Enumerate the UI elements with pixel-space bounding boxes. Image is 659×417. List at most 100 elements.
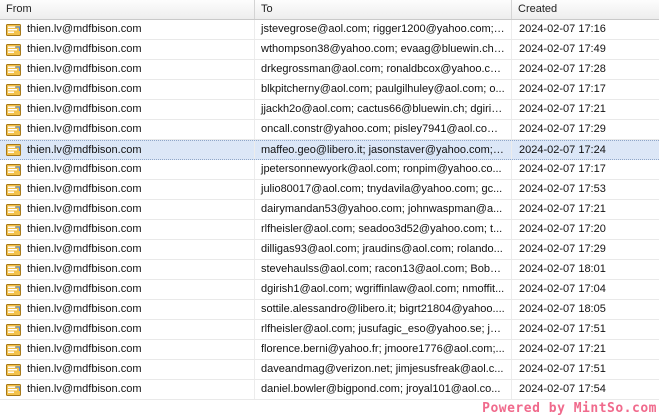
- message-list: From To Created thien.lv@mdfbison.com jst…: [0, 0, 659, 400]
- created-timestamp: 2024-02-07 17:49: [519, 43, 606, 55]
- from-cell: thien.lv@mdfbison.com: [0, 240, 255, 259]
- from-address: thien.lv@mdfbison.com: [27, 43, 142, 55]
- message-row[interactable]: thien.lv@mdfbison.com sottile.alessandro@…: [0, 300, 659, 320]
- from-cell: thien.lv@mdfbison.com: [0, 120, 255, 139]
- from-address: thien.lv@mdfbison.com: [27, 143, 142, 156]
- created-timestamp: 2024-02-07 17:21: [519, 343, 606, 355]
- message-row[interactable]: thien.lv@mdfbison.com drkegrossman@aol.co…: [0, 60, 659, 80]
- from-cell: thien.lv@mdfbison.com: [0, 320, 255, 339]
- created-timestamp: 2024-02-07 17:51: [519, 323, 606, 335]
- from-address: thien.lv@mdfbison.com: [27, 383, 142, 395]
- from-address: thien.lv@mdfbison.com: [27, 363, 142, 375]
- created-timestamp: 2024-02-07 17:16: [519, 23, 606, 35]
- from-address: thien.lv@mdfbison.com: [27, 163, 142, 175]
- from-cell: thien.lv@mdfbison.com: [0, 220, 255, 239]
- message-row[interactable]: thien.lv@mdfbison.com maffeo.geo@libero.i…: [0, 140, 659, 160]
- column-header-row: From To Created: [0, 0, 659, 20]
- envelope-icon: [6, 223, 21, 236]
- from-address: thien.lv@mdfbison.com: [27, 283, 142, 295]
- message-row[interactable]: thien.lv@mdfbison.com daniel.bowler@bigpo…: [0, 380, 659, 400]
- from-address: thien.lv@mdfbison.com: [27, 263, 142, 275]
- envelope-icon: [6, 103, 21, 116]
- envelope-icon: [6, 83, 21, 96]
- message-row[interactable]: thien.lv@mdfbison.com jjackh2o@aol.com; c…: [0, 100, 659, 120]
- message-row[interactable]: thien.lv@mdfbison.com blkpitcherny@aol.co…: [0, 80, 659, 100]
- from-address: thien.lv@mdfbison.com: [27, 23, 142, 35]
- to-recipients: daveandmag@verizon.net; jimjesusfreak@ao…: [255, 360, 512, 379]
- from-address: thien.lv@mdfbison.com: [27, 183, 142, 195]
- message-row[interactable]: thien.lv@mdfbison.com daveandmag@verizon.…: [0, 360, 659, 380]
- message-row[interactable]: thien.lv@mdfbison.com oncall.constr@yahoo…: [0, 120, 659, 140]
- envelope-icon: [6, 43, 21, 56]
- to-recipients: dairymandan53@yahoo.com; johnwaspman@a..…: [255, 200, 512, 219]
- to-recipients: maffeo.geo@libero.it; jasonstaver@yahoo.…: [255, 141, 512, 159]
- to-recipients: rlfheisler@aol.com; jusufagic_eso@yahoo.…: [255, 320, 512, 339]
- message-row[interactable]: thien.lv@mdfbison.com jstevegrose@aol.com…: [0, 20, 659, 40]
- envelope-icon: [6, 323, 21, 336]
- message-row[interactable]: thien.lv@mdfbison.com rlfheisler@aol.com;…: [0, 220, 659, 240]
- created-timestamp: 2024-02-07 17:24: [519, 144, 606, 156]
- created-timestamp: 2024-02-07 18:01: [519, 263, 606, 275]
- envelope-icon: [6, 283, 21, 296]
- from-cell: thien.lv@mdfbison.com: [0, 160, 255, 179]
- from-cell: thien.lv@mdfbison.com: [0, 360, 255, 379]
- column-header-created[interactable]: Created: [512, 0, 659, 19]
- created-timestamp: 2024-02-07 17:04: [519, 283, 606, 295]
- from-cell: thien.lv@mdfbison.com: [0, 20, 255, 39]
- created-timestamp: 2024-02-07 17:17: [519, 83, 606, 95]
- column-header-to[interactable]: To: [255, 0, 512, 19]
- message-row[interactable]: thien.lv@mdfbison.com dgirish1@aol.com; w…: [0, 280, 659, 300]
- from-address: thien.lv@mdfbison.com: [27, 243, 142, 255]
- envelope-icon: [6, 343, 21, 356]
- message-row[interactable]: thien.lv@mdfbison.com stevehaulss@aol.com…: [0, 260, 659, 280]
- from-address: thien.lv@mdfbison.com: [27, 223, 142, 235]
- from-cell: thien.lv@mdfbison.com: [0, 141, 255, 159]
- message-row[interactable]: thien.lv@mdfbison.com wthompson38@yahoo.c…: [0, 40, 659, 60]
- message-rows: thien.lv@mdfbison.com jstevegrose@aol.com…: [0, 20, 659, 400]
- from-address: thien.lv@mdfbison.com: [27, 303, 142, 315]
- created-timestamp: 2024-02-07 17:54: [519, 383, 606, 395]
- to-recipients: jjackh2o@aol.com; cactus66@bluewin.ch; d…: [255, 100, 512, 119]
- from-cell: thien.lv@mdfbison.com: [0, 180, 255, 199]
- from-address: thien.lv@mdfbison.com: [27, 123, 142, 135]
- message-row[interactable]: thien.lv@mdfbison.com dairymandan53@yahoo…: [0, 200, 659, 220]
- from-address: thien.lv@mdfbison.com: [27, 103, 142, 115]
- from-cell: thien.lv@mdfbison.com: [0, 100, 255, 119]
- envelope-icon: [6, 303, 21, 316]
- to-recipients: florence.berni@yahoo.fr; jmoore1776@aol.…: [255, 340, 512, 359]
- envelope-icon: [6, 163, 21, 176]
- to-recipients: wthompson38@yahoo.com; evaag@bluewin.ch;…: [255, 40, 512, 59]
- created-timestamp: 2024-02-07 17:51: [519, 363, 606, 375]
- to-recipients: drkegrossman@aol.com; ronaldbcox@yahoo.c…: [255, 60, 512, 79]
- to-recipients: stevehaulss@aol.com; racon13@aol.com; Bo…: [255, 260, 512, 279]
- watermark: Powered by MintSo.com: [482, 401, 657, 416]
- from-cell: thien.lv@mdfbison.com: [0, 260, 255, 279]
- envelope-icon: [6, 263, 21, 276]
- envelope-icon: [6, 383, 21, 396]
- created-timestamp: 2024-02-07 17:21: [519, 203, 606, 215]
- envelope-icon: [6, 63, 21, 76]
- message-row[interactable]: thien.lv@mdfbison.com julio80017@aol.com;…: [0, 180, 659, 200]
- message-row[interactable]: thien.lv@mdfbison.com dilligas93@aol.com;…: [0, 240, 659, 260]
- from-cell: thien.lv@mdfbison.com: [0, 80, 255, 99]
- envelope-icon: [6, 363, 21, 376]
- from-cell: thien.lv@mdfbison.com: [0, 340, 255, 359]
- from-address: thien.lv@mdfbison.com: [27, 343, 142, 355]
- column-header-from[interactable]: From: [0, 0, 255, 19]
- to-recipients: dgirish1@aol.com; wgriffinlaw@aol.com; n…: [255, 280, 512, 299]
- from-address: thien.lv@mdfbison.com: [27, 323, 142, 335]
- to-recipients: dilligas93@aol.com; jraudins@aol.com; ro…: [255, 240, 512, 259]
- message-row[interactable]: thien.lv@mdfbison.com rlfheisler@aol.com;…: [0, 320, 659, 340]
- to-recipients: julio80017@aol.com; tnydavila@yahoo.com;…: [255, 180, 512, 199]
- from-cell: thien.lv@mdfbison.com: [0, 40, 255, 59]
- envelope-icon: [6, 144, 21, 156]
- to-recipients: daniel.bowler@bigpond.com; jroyal101@aol…: [255, 380, 512, 399]
- message-row[interactable]: thien.lv@mdfbison.com florence.berni@yaho…: [0, 340, 659, 360]
- to-recipients: sottile.alessandro@libero.it; bigrt21804…: [255, 300, 512, 319]
- envelope-icon: [6, 183, 21, 196]
- from-cell: thien.lv@mdfbison.com: [0, 300, 255, 319]
- from-cell: thien.lv@mdfbison.com: [0, 380, 255, 399]
- to-recipients: blkpitcherny@aol.com; paulgilhuley@aol.c…: [255, 80, 512, 99]
- to-recipients: jpetersonnewyork@aol.com; ronpim@yahoo.c…: [255, 160, 512, 179]
- message-row[interactable]: thien.lv@mdfbison.com jpetersonnewyork@ao…: [0, 160, 659, 180]
